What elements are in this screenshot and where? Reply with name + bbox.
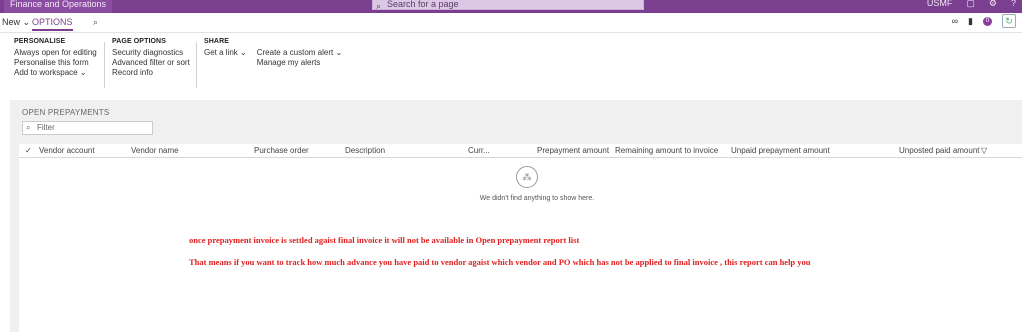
annotation-line-1: once prepayment invoice is settled agais…	[189, 235, 580, 245]
add-to-workspace-button[interactable]: Add to workspace ⌄	[14, 68, 97, 78]
notification-badge[interactable]: 0	[983, 16, 992, 26]
column-currency[interactable]: Curr...	[468, 146, 490, 155]
column-purchase-order[interactable]: Purchase order	[254, 146, 309, 155]
column-vendor-account[interactable]: Vendor account	[39, 146, 95, 155]
action-search-icon[interactable]: ⌕	[93, 16, 98, 28]
chevron-down-icon: ⌄	[335, 48, 343, 57]
share-group-title: SHARE	[204, 38, 230, 45]
create-custom-alert-label: Create a custom alert	[256, 48, 334, 57]
advanced-filter-button[interactable]: Advanced filter or sort	[112, 58, 190, 68]
security-diagnostics-button[interactable]: Security diagnostics	[112, 48, 190, 58]
action-pane-right-tools: ∞ ▮ 0 ↻	[952, 14, 1016, 28]
window-icon[interactable]: ▢	[966, 0, 975, 9]
prepayments-grid: ✓ Vendor account Vendor name Purchase or…	[19, 144, 1022, 332]
page-options-group-title: PAGE OPTIONS	[112, 38, 166, 45]
filter-placeholder: Filter	[37, 123, 55, 132]
column-remaining-amount-to-invoice[interactable]: Remaining amount to invoice	[615, 146, 718, 155]
company-picker[interactable]: USMF	[927, 0, 953, 9]
refresh-icon[interactable]: ↻	[1002, 14, 1016, 28]
tab-options[interactable]: OPTIONS	[32, 16, 73, 31]
personalise-group: PERSONALISE Always open for editing Pers…	[14, 38, 97, 78]
office-icon[interactable]: ▮	[968, 16, 973, 27]
gear-icon[interactable]: ⚙	[989, 0, 997, 9]
share-group: SHARE Get a link ⌄ Create a custom alert…	[204, 38, 342, 68]
empty-state-icon: ⁂	[516, 166, 538, 188]
personalise-group-title: PERSONALISE	[14, 38, 66, 45]
column-prepayment-amount[interactable]: Prepayment amount	[537, 146, 609, 155]
create-custom-alert-button[interactable]: Create a custom alert ⌄	[257, 48, 342, 58]
options-ribbon: PERSONALISE Always open for editing Pers…	[0, 34, 1022, 100]
chevron-down-icon: ⌄	[22, 17, 31, 27]
global-search-input[interactable]: ⌕ Search for a page	[372, 0, 644, 11]
column-unposted-paid-amount[interactable]: Unposted paid amount	[899, 146, 980, 155]
search-icon: ⌕	[26, 123, 31, 132]
new-button-label: New	[2, 17, 21, 27]
filter-funnel-icon[interactable]: ▽	[981, 146, 987, 155]
group-divider	[196, 42, 197, 88]
share-items: Get a link ⌄ Create a custom alert ⌄ Man…	[204, 48, 342, 68]
get-a-link-label: Get a link	[204, 48, 238, 57]
get-a-link-button[interactable]: Get a link ⌄	[204, 48, 247, 68]
top-navigation-bar: Finance and Operations ⌕ Search for a pa…	[0, 0, 1022, 13]
chevron-down-icon: ⌄	[240, 48, 247, 57]
help-icon[interactable]: ?	[1011, 0, 1016, 9]
page-title: OPEN PREPAYMENTS	[22, 108, 110, 117]
column-unpaid-prepayment-amount[interactable]: Unpaid prepayment amount	[731, 146, 830, 155]
personalise-this-form-button[interactable]: Personalise this form	[14, 58, 97, 68]
search-icon: ⌕	[376, 1, 382, 11]
grid-header-row: ✓ Vendor account Vendor name Purchase or…	[19, 144, 1022, 158]
add-to-workspace-label: Add to workspace	[14, 68, 78, 77]
group-divider	[104, 42, 105, 88]
main-content: OPEN PREPAYMENTS ⌕ Filter ✓ Vendor accou…	[10, 100, 1022, 332]
search-placeholder: Search for a page	[387, 0, 459, 9]
annotation-line-2: That means if you want to track how much…	[189, 257, 811, 267]
manage-my-alerts-button[interactable]: Manage my alerts	[257, 58, 342, 68]
page-options-group: PAGE OPTIONS Security diagnostics Advanc…	[112, 38, 190, 78]
column-description[interactable]: Description	[345, 146, 385, 155]
column-vendor-name[interactable]: Vendor name	[131, 146, 179, 155]
select-all-checkmark-icon[interactable]: ✓	[25, 146, 32, 155]
app-title[interactable]: Finance and Operations	[4, 0, 113, 13]
top-right-tools: USMF ▢ ⚙ ?	[927, 0, 1022, 9]
filter-input[interactable]: ⌕ Filter	[22, 121, 153, 135]
link-icon[interactable]: ∞	[952, 16, 958, 26]
alerts-column: Create a custom alert ⌄ Manage my alerts	[257, 48, 342, 68]
always-open-for-editing-button[interactable]: Always open for editing	[14, 48, 97, 58]
empty-state-message: We didn't find anything to show here.	[479, 195, 595, 202]
chevron-down-icon: ⌄	[79, 68, 87, 77]
record-info-button[interactable]: Record info	[112, 68, 190, 78]
action-pane: New ⌄ OPTIONS ⌕ ∞ ▮ 0 ↻	[0, 13, 1022, 33]
new-button[interactable]: New ⌄	[2, 16, 30, 28]
